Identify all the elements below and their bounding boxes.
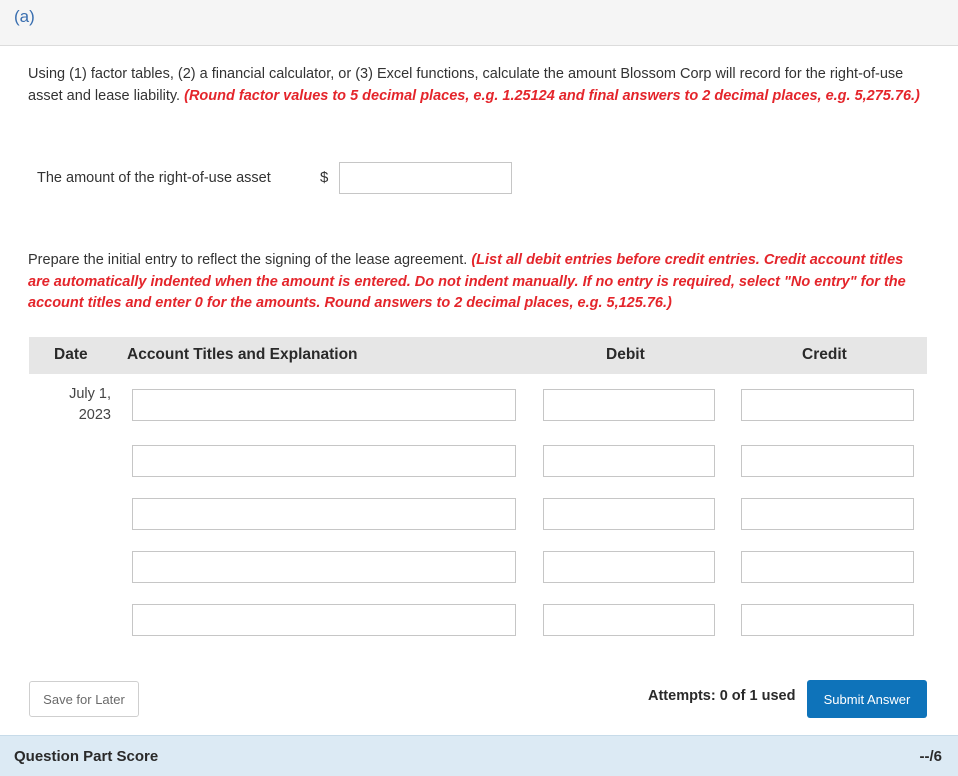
rou-asset-input[interactable] [339,162,512,194]
account-title-input[interactable] [132,445,516,477]
debit-input[interactable] [543,551,715,583]
score-bar: Question Part Score --/6 [0,735,958,776]
dollar-sign: $ [320,169,329,186]
debit-input[interactable] [543,445,715,477]
debit-input[interactable] [543,389,715,421]
credit-input[interactable] [741,445,914,477]
entry-instructions-text: Prepare the initial entry to reflect the… [28,252,468,268]
credit-input[interactable] [741,604,914,636]
credit-input[interactable] [741,551,914,583]
account-title-input[interactable] [132,389,516,421]
entry-date-line2: 2023 [78,407,111,423]
part-label: (a) [14,7,35,26]
submit-answer-button[interactable]: Submit Answer [807,680,927,718]
account-title-input[interactable] [132,498,516,530]
credit-header: Credit [802,346,847,363]
entry-date: July 1, 2023 [56,384,111,426]
instructions: Using (1) factor tables, (2) a financial… [28,64,928,107]
attempts-text: Attempts: 0 of 1 used [648,688,796,704]
debit-header: Debit [606,346,645,363]
score-label: Question Part Score [14,748,159,765]
part-header: (a) [0,0,958,46]
score-value: --/6 [919,748,943,765]
instructions-note: (Round factor values to 5 decimal places… [184,87,920,104]
credit-input[interactable] [741,498,914,530]
account-title-input[interactable] [132,604,516,636]
debit-input[interactable] [543,604,715,636]
save-for-later-button[interactable]: Save for Later [29,681,139,717]
journal-header: Date Account Titles and Explanation Debi… [29,337,927,374]
debit-input[interactable] [543,498,715,530]
rou-asset-label: The amount of the right-of-use asset [37,170,271,186]
entry-instructions: Prepare the initial entry to reflect the… [28,250,928,315]
account-header: Account Titles and Explanation [127,346,358,363]
account-title-input[interactable] [132,551,516,583]
credit-input[interactable] [741,389,914,421]
entry-date-line1: July 1, [69,386,111,402]
date-header: Date [54,346,88,363]
